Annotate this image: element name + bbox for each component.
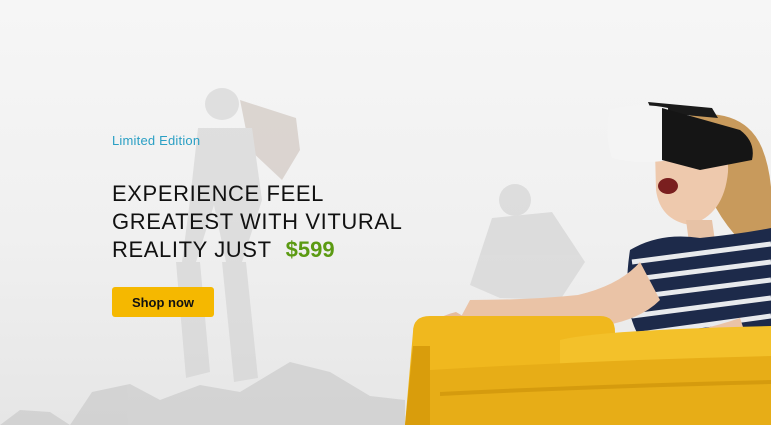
hero-copy: Limited Edition EXPERIENCE FEEL GREATEST…: [112, 0, 452, 425]
headline-line-1: EXPERIENCE FEEL: [112, 181, 324, 206]
yellow-sofa: [405, 316, 771, 425]
headline-line-3-text: REALITY JUST: [112, 237, 272, 262]
headline-line-2: GREATEST WITH VITURAL: [112, 209, 403, 234]
price-tag: $599: [285, 237, 335, 262]
eyebrow-label: Limited Edition: [112, 133, 201, 148]
background-photographer-figure: [470, 184, 585, 300]
hero-headline: EXPERIENCE FEEL GREATEST WITH VITURAL RE…: [112, 180, 442, 264]
shop-now-button[interactable]: Shop now: [112, 287, 214, 317]
hero-banner: Limited Edition EXPERIENCE FEEL GREATEST…: [0, 0, 771, 425]
headline-line-3: REALITY JUST $599: [112, 236, 442, 264]
